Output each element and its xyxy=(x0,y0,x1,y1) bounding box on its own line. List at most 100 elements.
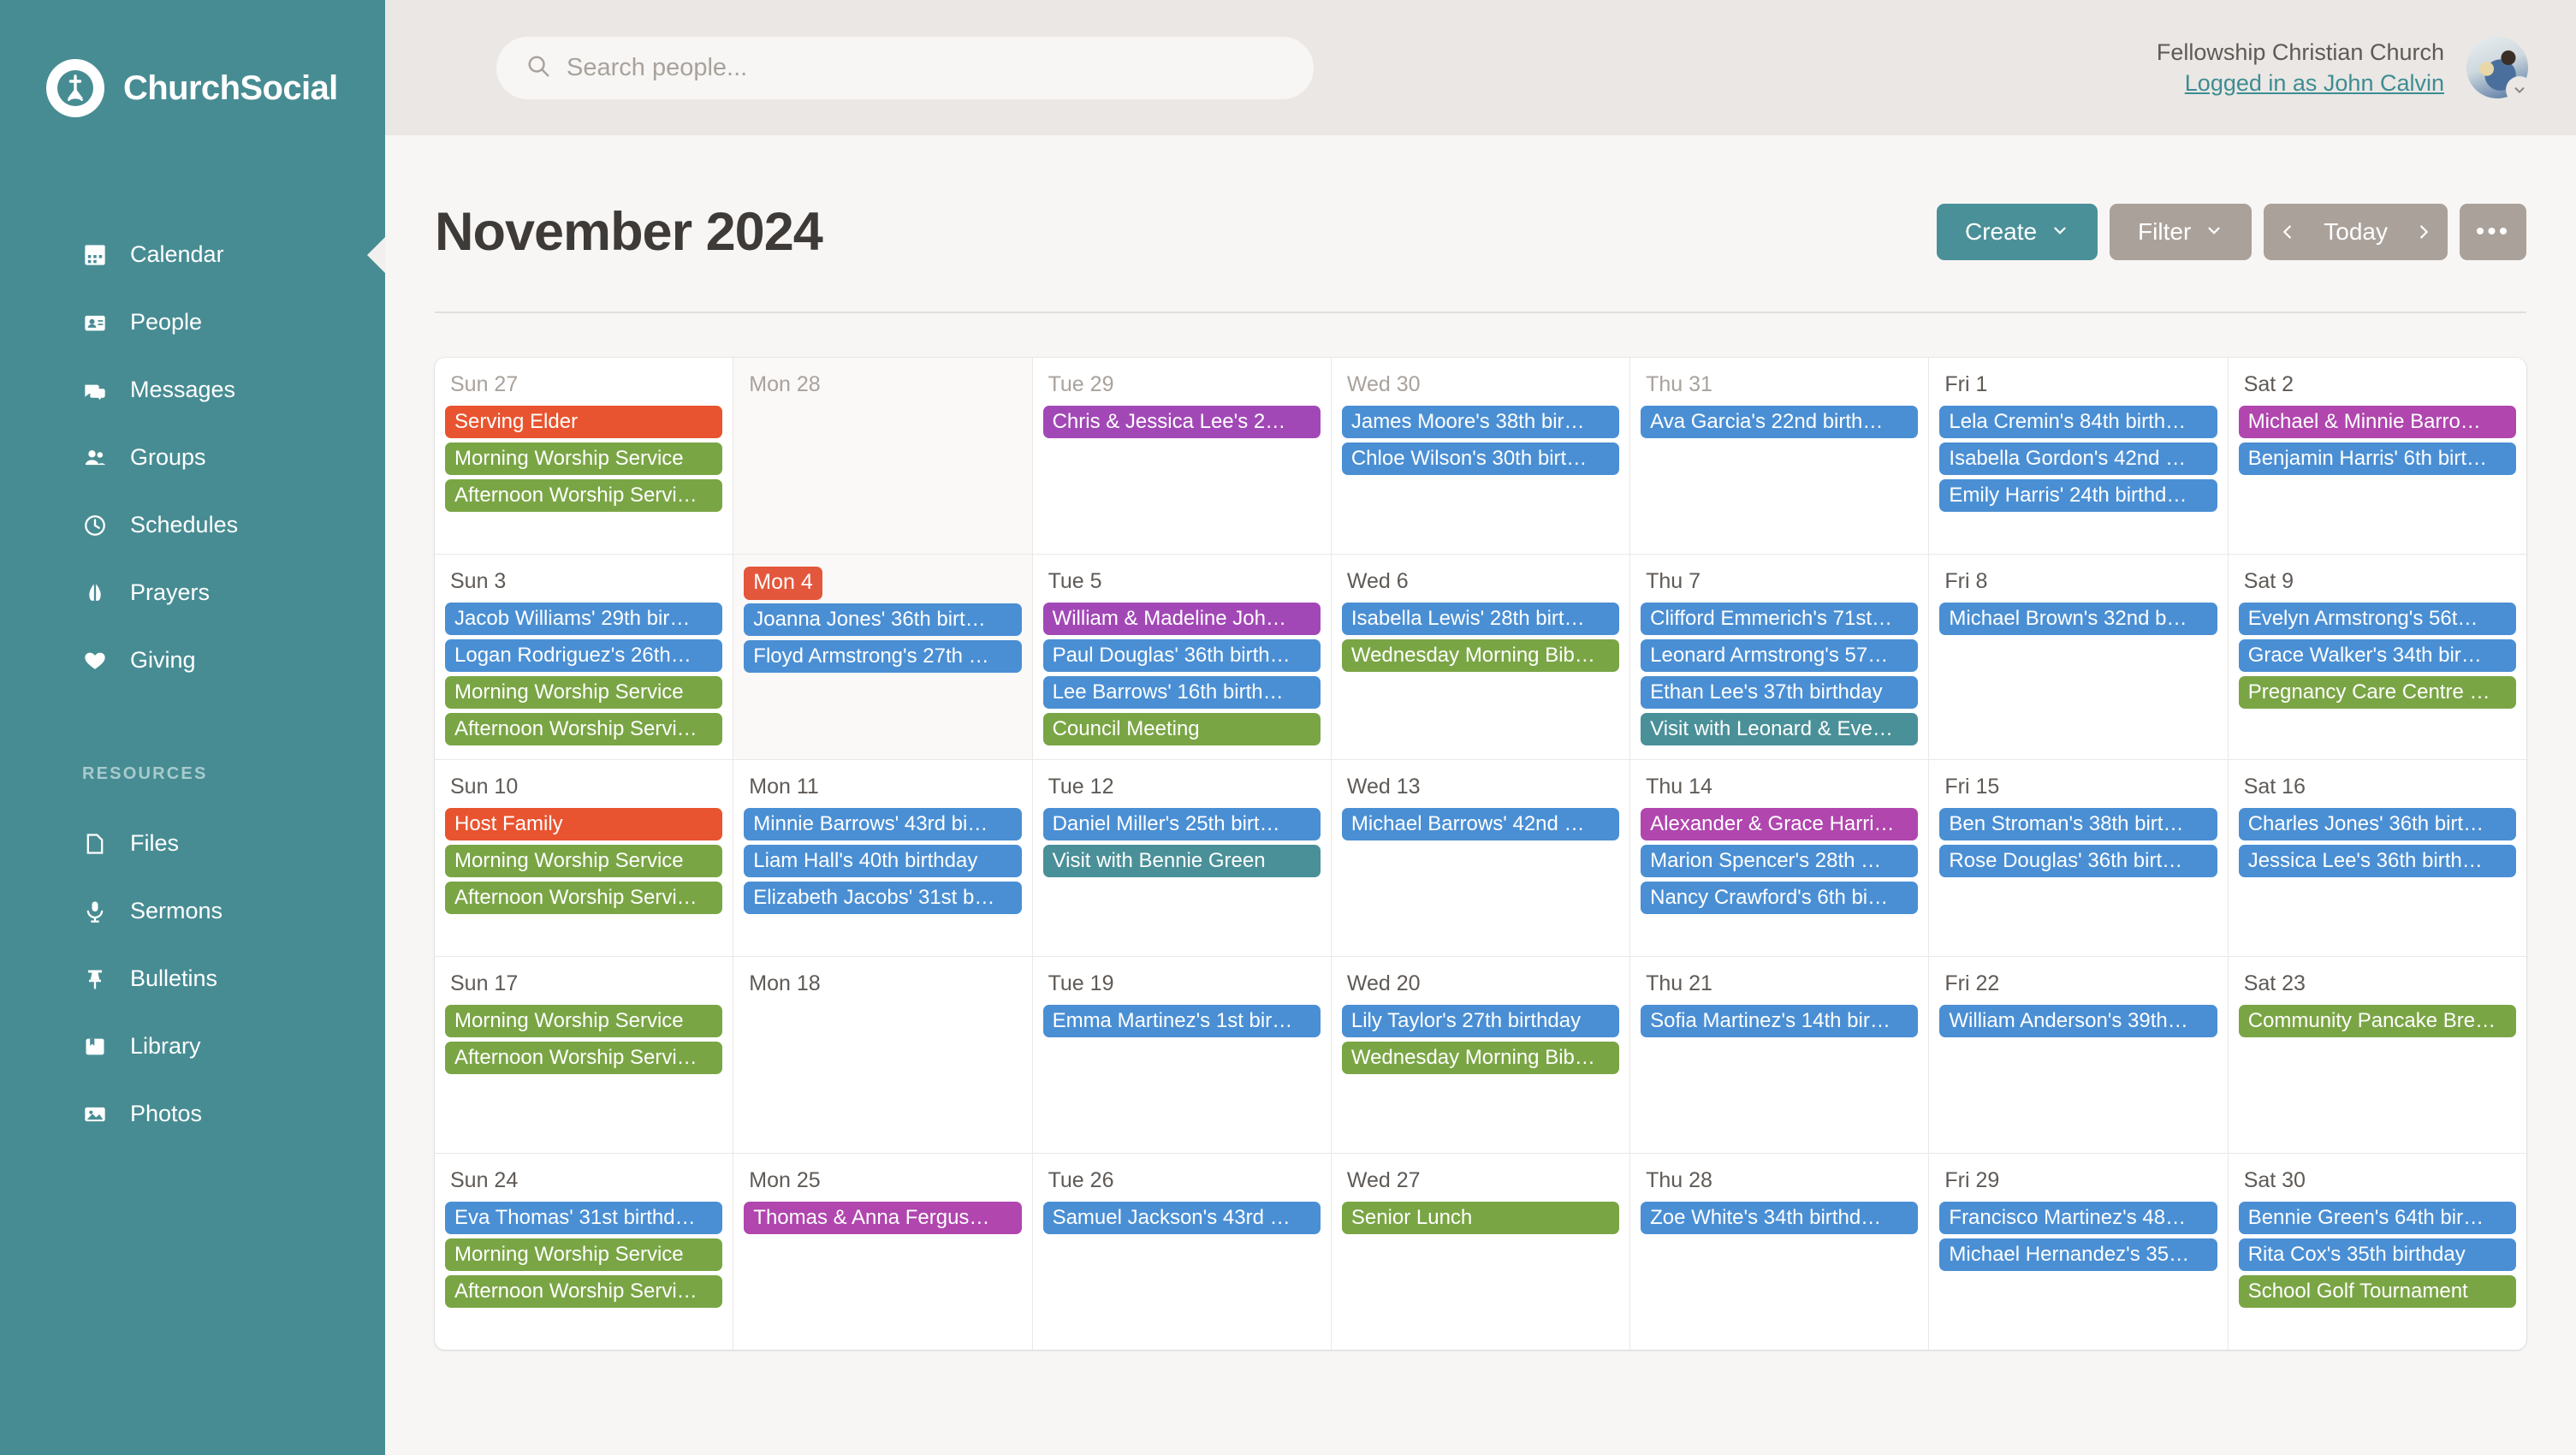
calendar-event[interactable]: Minnie Barrows' 43rd bi… xyxy=(744,808,1022,840)
calendar-event[interactable]: Samuel Jackson's 43rd … xyxy=(1042,1202,1321,1234)
calendar-event[interactable]: Morning Worship Service xyxy=(445,1238,723,1271)
calendar-event[interactable]: Daniel Miller's 25th birt… xyxy=(1042,808,1321,840)
calendar-day-cell[interactable]: Thu 14 Alexander & Grace Harri… Marion Spe… xyxy=(1630,760,1930,956)
calendar-event[interactable]: Afternoon Worship Servi… xyxy=(445,1275,723,1308)
calendar-day-cell[interactable]: Mon 4 Joanna Jones' 36th birt… Floyd Armst… xyxy=(733,555,1033,759)
calendar-event[interactable]: Joanna Jones' 36th birt… xyxy=(744,603,1022,636)
calendar-day-cell[interactable]: Wed 30 James Moore's 38th bir… Chloe Wilso… xyxy=(1332,358,1631,554)
calendar-event[interactable]: Visit with Leonard & Eve… xyxy=(1641,713,1919,745)
sidebar-item-files[interactable]: Files xyxy=(0,810,385,877)
today-button[interactable]: Today xyxy=(2312,204,2400,260)
calendar-event[interactable]: Afternoon Worship Servi… xyxy=(445,882,723,914)
calendar-event[interactable]: Emily Harris' 24th birthd… xyxy=(1939,479,2217,512)
calendar-event[interactable]: Pregnancy Care Centre … xyxy=(2238,676,2516,709)
calendar-day-cell[interactable]: Thu 21 Sofia Martinez's 14th bir… xyxy=(1630,957,1930,1153)
calendar-event[interactable]: Charles Jones' 36th birt… xyxy=(2238,808,2516,840)
calendar-day-cell[interactable]: Fri 22 William Anderson's 39th… xyxy=(1929,957,2229,1153)
calendar-day-cell[interactable]: Sat 9 Evelyn Armstrong's 56t… Grace Walker… xyxy=(2229,555,2526,759)
calendar-event[interactable]: Morning Worship Service xyxy=(445,845,723,877)
calendar-day-cell[interactable]: Tue 26 Samuel Jackson's 43rd … xyxy=(1033,1154,1332,1350)
calendar-day-cell[interactable]: Sun 10 Host Family Morning Worship Service… xyxy=(435,760,734,956)
calendar-day-cell[interactable]: Wed 20 Lily Taylor's 27th birthday Wednesd… xyxy=(1332,957,1631,1153)
calendar-event[interactable]: Lela Cremin's 84th birth… xyxy=(1939,406,2217,438)
calendar-event[interactable]: Grace Walker's 34th bir… xyxy=(2238,639,2516,672)
calendar-day-cell[interactable]: Sat 2 Michael & Minnie Barro… Benjamin Har… xyxy=(2229,358,2526,554)
calendar-day-cell[interactable]: Tue 12 Daniel Miller's 25th birt… Visit wi… xyxy=(1033,760,1332,956)
calendar-event[interactable]: Afternoon Worship Servi… xyxy=(445,479,723,512)
calendar-event[interactable]: Clifford Emmerich's 71st… xyxy=(1641,603,1919,635)
calendar-event[interactable]: Visit with Bennie Green xyxy=(1042,845,1321,877)
filter-button[interactable]: Filter xyxy=(2110,204,2253,260)
calendar-event[interactable]: Michael Hernandez's 35… xyxy=(1939,1238,2217,1271)
calendar-day-cell[interactable]: Thu 7 Clifford Emmerich's 71st… Leonard Ar… xyxy=(1630,555,1930,759)
calendar-event[interactable]: William & Madeline Joh… xyxy=(1042,603,1321,635)
calendar-day-cell[interactable]: Mon 28 xyxy=(733,358,1033,554)
calendar-event[interactable]: Morning Worship Service xyxy=(445,1005,723,1037)
calendar-day-cell[interactable]: Sun 3 Jacob Williams' 29th bir… Logan Rodr… xyxy=(435,555,734,759)
calendar-day-cell[interactable]: Fri 15 Ben Stroman's 38th birt… Rose Dougl… xyxy=(1929,760,2229,956)
calendar-day-cell[interactable]: Fri 29 Francisco Martinez's 48… Michael He… xyxy=(1929,1154,2229,1350)
calendar-event[interactable]: Host Family xyxy=(445,808,723,840)
calendar-event[interactable]: Senior Lunch xyxy=(1341,1202,1620,1234)
calendar-event[interactable]: Community Pancake Bre… xyxy=(2238,1005,2516,1037)
sidebar-item-sermons[interactable]: Sermons xyxy=(0,877,385,945)
next-period-button[interactable] xyxy=(2400,204,2448,260)
calendar-day-cell[interactable]: Wed 27 Senior Lunch xyxy=(1332,1154,1631,1350)
calendar-day-cell[interactable]: Sat 16 Charles Jones' 36th birt… Jessica L… xyxy=(2229,760,2526,956)
calendar-day-cell[interactable]: Tue 29 Chris & Jessica Lee's 2… xyxy=(1033,358,1332,554)
calendar-day-cell[interactable]: Wed 13 Michael Barrows' 42nd … xyxy=(1332,760,1631,956)
calendar-event[interactable]: Bennie Green's 64th bir… xyxy=(2238,1202,2516,1234)
calendar-event[interactable]: Nancy Crawford's 6th bi… xyxy=(1641,882,1919,914)
calendar-event[interactable]: Isabella Gordon's 42nd … xyxy=(1939,442,2217,475)
calendar-event[interactable]: Afternoon Worship Servi… xyxy=(445,713,723,745)
calendar-day-cell[interactable]: Sat 23 Community Pancake Bre… xyxy=(2229,957,2526,1153)
search-input[interactable]: Search people... xyxy=(496,36,1314,99)
chevron-down-icon[interactable] xyxy=(2506,76,2533,104)
calendar-event[interactable]: William Anderson's 39th… xyxy=(1939,1005,2217,1037)
calendar-event[interactable]: Paul Douglas' 36th birth… xyxy=(1042,639,1321,672)
create-button[interactable]: Create xyxy=(1937,204,2098,260)
calendar-day-cell[interactable]: Mon 18 xyxy=(733,957,1033,1153)
calendar-event[interactable]: Logan Rodriguez's 26th… xyxy=(445,639,723,672)
calendar-day-cell[interactable]: Tue 19 Emma Martinez's 1st bir… xyxy=(1033,957,1332,1153)
calendar-event[interactable]: Benjamin Harris' 6th birt… xyxy=(2238,442,2516,475)
calendar-event[interactable]: Zoe White's 34th birthd… xyxy=(1641,1202,1919,1234)
logged-in-link[interactable]: Logged in as John Calvin xyxy=(2157,68,2444,98)
calendar-event[interactable]: Sofia Martinez's 14th bir… xyxy=(1641,1005,1919,1037)
calendar-event[interactable]: Floyd Armstrong's 27th … xyxy=(744,640,1022,673)
calendar-event[interactable]: Chloe Wilson's 30th birt… xyxy=(1341,442,1620,475)
brand[interactable]: ChurchSocial xyxy=(0,0,385,135)
calendar-day-cell[interactable]: Mon 25 Thomas & Anna Fergus… xyxy=(733,1154,1033,1350)
calendar-event[interactable]: Francisco Martinez's 48… xyxy=(1939,1202,2217,1234)
sidebar-item-photos[interactable]: Photos xyxy=(0,1080,385,1148)
calendar-event[interactable]: Ava Garcia's 22nd birth… xyxy=(1641,406,1919,438)
more-options-button[interactable]: ••• xyxy=(2460,204,2526,260)
calendar-event[interactable]: Ben Stroman's 38th birt… xyxy=(1939,808,2217,840)
calendar-event[interactable]: School Golf Tournament xyxy=(2238,1275,2516,1308)
sidebar-item-messages[interactable]: Messages xyxy=(0,356,385,424)
calendar-day-cell[interactable]: Fri 8 Michael Brown's 32nd b… xyxy=(1929,555,2229,759)
calendar-event[interactable]: Alexander & Grace Harri… xyxy=(1641,808,1919,840)
calendar-event[interactable]: Michael Brown's 32nd b… xyxy=(1939,603,2217,635)
calendar-event[interactable]: Elizabeth Jacobs' 31st b… xyxy=(744,882,1022,914)
sidebar-item-people[interactable]: People xyxy=(0,288,385,356)
calendar-event[interactable]: Leonard Armstrong's 57… xyxy=(1641,639,1919,672)
calendar-event[interactable]: Morning Worship Service xyxy=(445,676,723,709)
sidebar-item-schedules[interactable]: Schedules xyxy=(0,491,385,559)
calendar-event[interactable]: Chris & Jessica Lee's 2… xyxy=(1042,406,1321,438)
calendar-day-cell[interactable]: Thu 28 Zoe White's 34th birthd… xyxy=(1630,1154,1930,1350)
calendar-event[interactable]: Morning Worship Service xyxy=(445,442,723,475)
calendar-event[interactable]: Lily Taylor's 27th birthday xyxy=(1341,1005,1620,1037)
calendar-day-cell[interactable]: Thu 31 Ava Garcia's 22nd birth… xyxy=(1630,358,1930,554)
calendar-event[interactable]: Eva Thomas' 31st birthd… xyxy=(445,1202,723,1234)
sidebar-item-groups[interactable]: Groups xyxy=(0,424,385,491)
calendar-event[interactable]: Emma Martinez's 1st bir… xyxy=(1042,1005,1321,1037)
calendar-day-cell[interactable]: Sun 27 Serving Elder Morning Worship Servi… xyxy=(435,358,734,554)
calendar-event[interactable]: Michael Barrows' 42nd … xyxy=(1341,808,1620,840)
calendar-day-cell[interactable]: Fri 1 Lela Cremin's 84th birth… Isabella G… xyxy=(1929,358,2229,554)
calendar-event[interactable]: Wednesday Morning Bib… xyxy=(1341,639,1620,672)
calendar-event[interactable]: Marion Spencer's 28th … xyxy=(1641,845,1919,877)
sidebar-item-prayers[interactable]: Prayers xyxy=(0,559,385,627)
avatar[interactable] xyxy=(2466,37,2533,104)
calendar-event[interactable]: Jessica Lee's 36th birth… xyxy=(2238,845,2516,877)
